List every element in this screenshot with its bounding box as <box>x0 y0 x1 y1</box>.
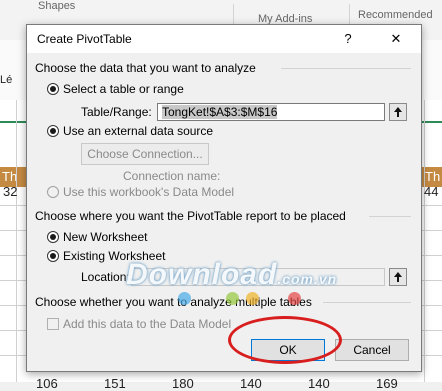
collapse-arrow-icon <box>394 107 402 117</box>
name-box-stub[interactable]: Lé <box>0 74 12 86</box>
header-cell-right: Th <box>425 169 441 184</box>
cell-value: 180 <box>172 376 194 391</box>
data-model-radio[interactable] <box>47 186 59 198</box>
table-range-value: TongKet!$A$3:$M$16 <box>162 105 278 119</box>
cell-value: 169 <box>376 376 398 391</box>
cell-value: 151 <box>104 376 126 391</box>
location-picker-button[interactable] <box>389 268 407 286</box>
collapse-arrow-icon <box>394 272 402 282</box>
header-cell-left: Th <box>2 169 18 184</box>
grid-line <box>16 100 17 382</box>
new-worksheet-radio[interactable] <box>47 231 59 243</box>
location-label: Location: <box>81 270 130 284</box>
table-range-input[interactable]: TongKet!$A$3:$M$16 <box>157 103 385 121</box>
new-worksheet-label[interactable]: New Worksheet <box>63 230 147 244</box>
cell-value: 140 <box>308 376 330 391</box>
cancel-button[interactable]: Cancel <box>335 339 409 361</box>
section-placement-heading: Choose where you want the PivotTable rep… <box>35 209 346 223</box>
select-table-radio[interactable] <box>47 83 59 95</box>
cell-value: 106 <box>36 376 58 391</box>
dialog-titlebar[interactable]: Create PivotTable ? ✕ <box>27 25 421 53</box>
section-multiple-tables-heading: Choose whether you want to analyze multi… <box>35 295 312 309</box>
ribbon-recommended[interactable]: Recommended <box>358 9 433 21</box>
close-button[interactable]: ✕ <box>385 29 407 49</box>
data-model-label[interactable]: Use this workbook's Data Model <box>63 185 234 199</box>
help-button[interactable]: ? <box>337 29 359 49</box>
connection-name-label: Connection name: <box>123 169 221 183</box>
cell-value: 140 <box>240 376 262 391</box>
add-data-model-label[interactable]: Add this data to the Data Model <box>63 317 231 331</box>
cell-value: 44 <box>424 184 439 199</box>
grid-line <box>424 100 425 382</box>
watermark-dot <box>226 292 239 305</box>
add-data-model-checkbox[interactable] <box>47 318 59 330</box>
section-divider <box>369 216 411 217</box>
create-pivottable-dialog: Create PivotTable ? ✕ Choose the data th… <box>26 24 422 372</box>
cell-value: 32 <box>3 184 18 199</box>
table-range-label: Table/Range: <box>81 105 152 119</box>
download-watermark: Download.com.vn <box>126 258 338 291</box>
ok-button[interactable]: OK <box>251 339 325 361</box>
section-analyze-heading: Choose the data that you want to analyze <box>35 61 256 75</box>
existing-worksheet-radio[interactable] <box>47 250 59 262</box>
watermark-dot <box>178 292 191 305</box>
range-picker-button[interactable] <box>389 103 407 121</box>
watermark-dot <box>246 292 259 305</box>
dialog-title: Create PivotTable <box>37 32 132 46</box>
watermark-dot <box>288 292 301 305</box>
external-source-label[interactable]: Use an external data source <box>63 124 213 138</box>
choose-connection-button[interactable]: Choose Connection... <box>81 143 209 165</box>
ribbon-shapes[interactable]: Shapes <box>38 0 75 12</box>
section-divider <box>281 68 411 69</box>
section-divider <box>323 302 411 303</box>
external-source-radio[interactable] <box>47 125 59 137</box>
select-table-label[interactable]: Select a table or range <box>63 82 184 96</box>
